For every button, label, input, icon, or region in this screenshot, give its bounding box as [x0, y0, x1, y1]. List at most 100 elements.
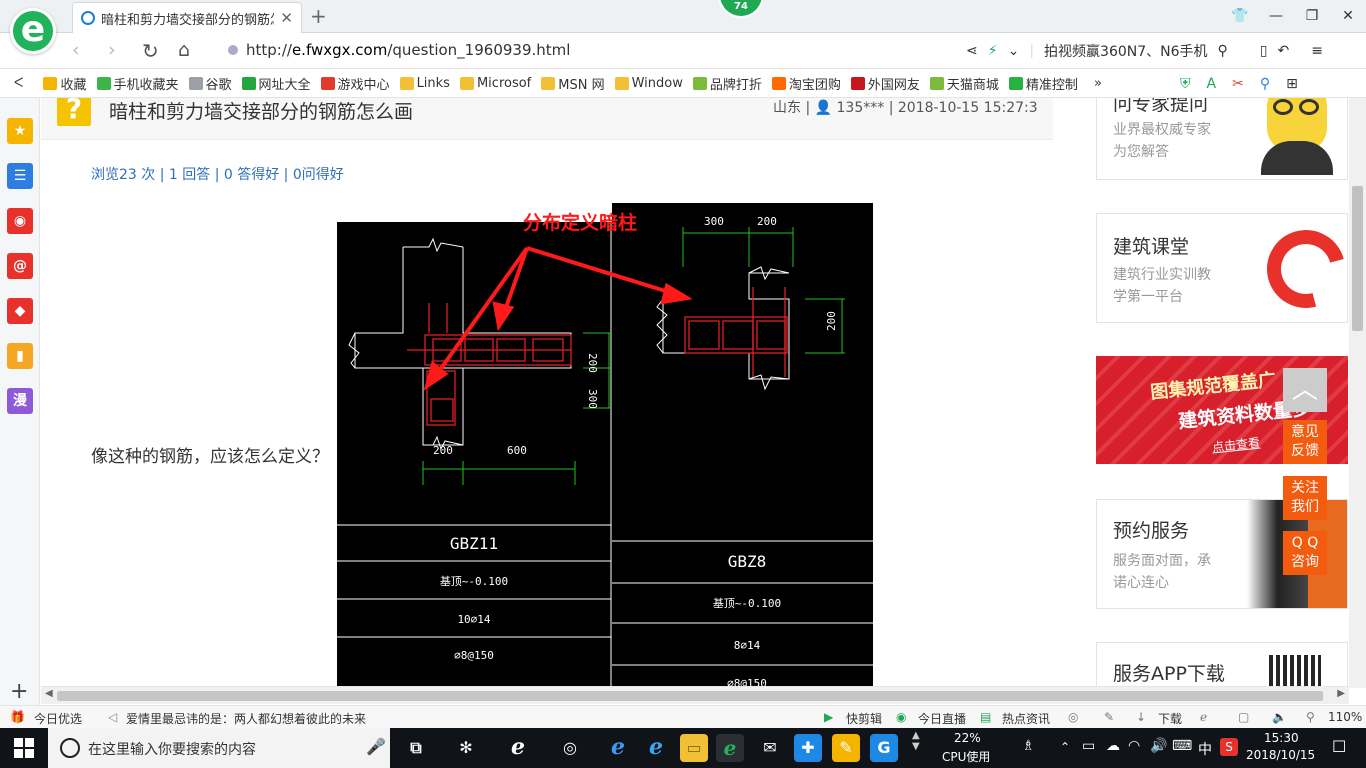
ie-mode-icon[interactable]: ℯ: [1200, 710, 1207, 724]
clock-time[interactable]: 15:30: [1264, 731, 1299, 745]
undo-icon[interactable]: ↶: [1278, 43, 1290, 59]
security-shield-icon[interactable]: ⛨: [1180, 76, 1191, 92]
menu-icon[interactable]: ≡: [1311, 43, 1323, 59]
sogou-ime-icon[interactable]: S: [1220, 738, 1238, 756]
question-stats[interactable]: 浏览23 次 | 1 回答 | 0 答得好 | 0问得好: [91, 164, 344, 184]
book-icon[interactable]: ▮: [7, 343, 33, 369]
microphone-icon[interactable]: 🎤: [366, 737, 386, 756]
comic-icon[interactable]: 漫: [7, 388, 33, 414]
bookmark-item[interactable]: 精准控制: [1008, 74, 1078, 93]
clock-date[interactable]: 2018/10/15: [1246, 748, 1315, 762]
chevron-down-icon[interactable]: ⌄: [1008, 43, 1020, 59]
bookmarks-more[interactable]: »: [1094, 76, 1102, 91]
qq-consult-button[interactable]: Q Q咨询: [1283, 531, 1327, 575]
status-live[interactable]: 今日直播: [918, 710, 966, 727]
today-picks[interactable]: 今日优选: [34, 710, 82, 727]
glodon-app-icon[interactable]: G: [870, 734, 898, 762]
home-icon[interactable]: ⌂: [178, 39, 190, 61]
browser-logo[interactable]: e: [10, 8, 56, 54]
notifications-icon[interactable]: ☐: [1332, 737, 1346, 756]
tab-active[interactable]: 暗柱和剪力墙交接部分的钢筋怎么画 ✕: [72, 2, 302, 33]
scissors-icon[interactable]: ✂: [1232, 76, 1244, 92]
bookmark-item[interactable]: Links: [399, 74, 450, 93]
bookmark-item[interactable]: 游戏中心: [320, 74, 390, 93]
search-box[interactable]: 拍视频赢360N7、N6手机: [1044, 41, 1207, 61]
360-browser-icon[interactable]: ℯ: [716, 734, 744, 762]
fan-app-icon[interactable]: ✻: [452, 734, 480, 762]
volume-icon[interactable]: 🔊: [1150, 738, 1167, 754]
cloud-icon[interactable]: ☁: [1106, 738, 1120, 754]
edge-icon[interactable]: ℯ: [604, 734, 632, 762]
star-icon[interactable]: ★: [7, 118, 33, 144]
bookmark-item[interactable]: 淘宝团购: [771, 74, 841, 93]
notification-badge[interactable]: 74: [718, 0, 764, 18]
tray-expand-icon[interactable]: ⌃: [1060, 740, 1070, 754]
bookmark-item[interactable]: Window: [614, 74, 683, 93]
card-app-download[interactable]: 服务APP下载: [1096, 642, 1348, 686]
zoom-level[interactable]: 110%: [1328, 710, 1362, 724]
skin-icon[interactable]: 👕: [1222, 0, 1258, 32]
magnifier-icon[interactable]: ⚲: [1260, 76, 1270, 92]
grid-icon[interactable]: ⊞: [1286, 76, 1298, 92]
new-tab-button[interactable]: +: [310, 4, 327, 28]
bookmark-item[interactable]: 收藏: [43, 74, 87, 93]
taskbar-scroll-icon[interactable]: ▲ ▼: [912, 730, 920, 752]
follow-us-button[interactable]: 关注我们: [1283, 476, 1327, 520]
lightning-icon[interactable]: ⚡: [988, 43, 998, 59]
bookmark-item[interactable]: 手机收藏夹: [96, 74, 179, 93]
back-icon[interactable]: ‹: [72, 39, 80, 61]
search-icon[interactable]: ⚲: [1218, 43, 1228, 59]
forward-icon[interactable]: ›: [108, 39, 116, 61]
bookmarks-collapse-icon[interactable]: ᐸ: [14, 76, 23, 91]
minimize-button[interactable]: —: [1258, 0, 1294, 32]
download-icon[interactable]: ↓: [1136, 710, 1146, 724]
people-icon[interactable]: ♗: [1022, 738, 1035, 754]
taskbar-search-box[interactable]: 在这里输入你要搜索的内容 🎤: [48, 728, 390, 768]
zoom-icon[interactable]: ⚲: [1306, 710, 1315, 724]
restore-button[interactable]: ❐: [1294, 0, 1330, 32]
status-download[interactable]: 下载: [1158, 710, 1182, 727]
task-view-icon[interactable]: ⧉: [402, 734, 430, 762]
phone-icon[interactable]: ▯: [1260, 43, 1268, 59]
status-clip[interactable]: 快剪辑: [846, 710, 882, 727]
bookmark-item[interactable]: MSN 网: [541, 74, 605, 93]
wifi-icon[interactable]: ◠: [1128, 738, 1140, 754]
folder-icon[interactable]: ▭: [680, 734, 708, 762]
game-icon[interactable]: ◆: [7, 298, 33, 324]
pin-icon[interactable]: ✎: [1104, 710, 1114, 724]
app-plus-icon[interactable]: ✚: [794, 734, 822, 762]
ie-browser-icon[interactable]: ℯ: [504, 734, 532, 762]
keyboard-icon[interactable]: ⌨: [1172, 738, 1192, 754]
ime-indicator[interactable]: 中: [1198, 739, 1212, 759]
horizontal-scrollbar[interactable]: ◀ ▶: [41, 686, 1349, 704]
weibo-icon[interactable]: ◉: [7, 208, 33, 234]
windows-start-icon[interactable]: [14, 738, 34, 758]
vertical-scroll-thumb[interactable]: [1352, 186, 1363, 331]
share-icon[interactable]: ⋖: [966, 43, 978, 59]
close-tab-icon[interactable]: ✕: [280, 9, 293, 27]
translate-icon[interactable]: A: [1207, 76, 1217, 92]
horizontal-scroll-thumb[interactable]: [57, 691, 1323, 701]
back-to-top-button[interactable]: ︿: [1283, 368, 1327, 412]
bookmark-item[interactable]: 网址大全: [241, 74, 311, 93]
mute-icon[interactable]: 🔈: [1272, 710, 1287, 724]
refresh-icon[interactable]: ↻: [142, 39, 159, 63]
close-button[interactable]: ✕: [1330, 0, 1366, 32]
status-news[interactable]: 热点资讯: [1002, 710, 1050, 727]
card-classroom[interactable]: 建筑课堂 建筑行业实训教 学第一平台: [1096, 213, 1348, 323]
bookmark-item[interactable]: 品牌打折: [692, 74, 762, 93]
cortana-icon[interactable]: [60, 738, 80, 758]
mail-icon[interactable]: @: [7, 253, 33, 279]
ie-icon[interactable]: ℯ: [642, 734, 670, 762]
mail-icon[interactable]: ✉: [756, 734, 784, 762]
chrome-app-icon[interactable]: ◎: [556, 734, 584, 762]
feedback-button[interactable]: 意见反馈: [1283, 420, 1327, 464]
scroll-right-icon[interactable]: ▶: [1337, 688, 1345, 699]
bookmark-item[interactable]: 谷歌: [188, 74, 232, 93]
bookmark-item[interactable]: 外国网友: [850, 74, 920, 93]
card-ask-expert[interactable]: 问专家提问 业界最权威专家 为您解答: [1096, 98, 1348, 180]
speed-icon[interactable]: ◎: [1068, 710, 1078, 724]
bookmark-item[interactable]: 天猫商城: [929, 74, 999, 93]
window-icon[interactable]: ▢: [1238, 710, 1249, 724]
headline-link[interactable]: 爱情里最忌讳的是：两人都幻想着彼此的未来: [126, 710, 366, 727]
